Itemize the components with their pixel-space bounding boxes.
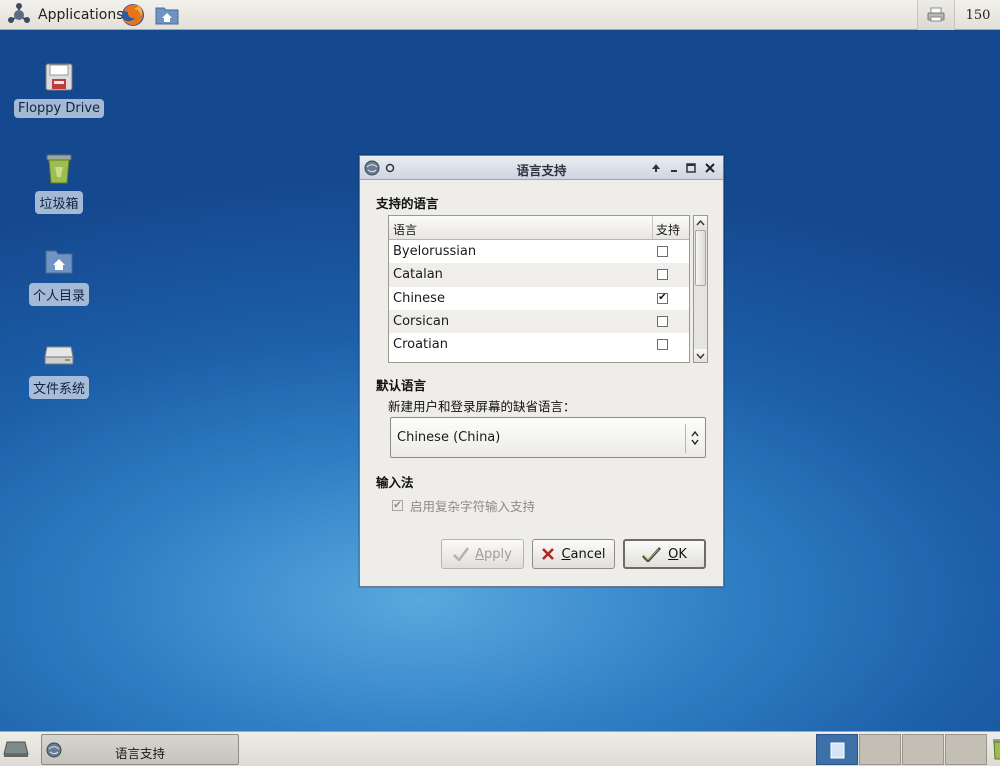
bottom-panel: 语言支持	[0, 731, 1000, 766]
language-table-scrollbar[interactable]	[693, 215, 708, 363]
show-desktop-button[interactable]	[3, 738, 29, 760]
close-icon[interactable]	[702, 160, 718, 176]
table-header: 语言 支持	[389, 216, 689, 240]
taskbar-item-label: 语言支持	[114, 746, 165, 761]
show-desktop-icon	[3, 741, 29, 757]
default-language-select[interactable]: Chinese (China)	[390, 417, 706, 458]
workspace-1[interactable]	[816, 734, 858, 765]
table-row[interactable]: Byelorussian	[389, 240, 689, 263]
minimize-icon[interactable]	[666, 160, 682, 176]
desktop-icon-floppy[interactable]: Floppy Drive	[13, 60, 105, 118]
trash-icon	[46, 154, 72, 184]
check-icon	[453, 547, 470, 561]
language-support-dialog: 语言支持 支持的语言 语言 支持 Byelorussian Catalan Ch…	[359, 155, 724, 587]
printer-icon	[927, 7, 945, 22]
workspace-2[interactable]	[859, 734, 901, 765]
language-name: Byelorussian	[393, 244, 477, 260]
default-language-label: 新建用户和登录屏幕的缺省语言：	[388, 399, 576, 414]
scroll-up-icon[interactable]	[694, 216, 707, 229]
desktop-icon-label: 垃圾箱	[35, 191, 83, 214]
applications-menu[interactable]: Applications	[2, 1, 128, 28]
dialog-titlebar[interactable]: 语言支持	[360, 156, 723, 180]
scroll-thumb[interactable]	[695, 230, 706, 286]
cancel-x-icon	[542, 548, 555, 560]
trash-applet[interactable]	[991, 738, 1000, 760]
workspace-window-icon	[830, 742, 845, 759]
desktop-icon-label: Floppy Drive	[13, 99, 105, 118]
home-folder-icon	[45, 250, 73, 274]
language-name: Corsican	[393, 314, 450, 330]
clock[interactable]: 150	[958, 0, 998, 30]
default-language-heading: 默认语言	[376, 378, 427, 393]
desktop-icon-trash[interactable]: 垃圾箱	[14, 152, 104, 214]
combo-separator	[685, 424, 686, 453]
support-checkbox[interactable]	[657, 246, 668, 258]
top-panel: Applications 150	[0, 0, 1000, 30]
workspace-3[interactable]	[902, 734, 944, 765]
support-checkbox[interactable]	[657, 269, 668, 281]
ok-label: OK	[668, 546, 687, 562]
table-row[interactable]: Croatian	[389, 333, 689, 356]
shade-icon[interactable]	[648, 160, 664, 176]
support-checkbox[interactable]: ✔	[657, 292, 668, 304]
drive-icon	[44, 346, 74, 365]
scroll-down-icon[interactable]	[694, 349, 707, 362]
desktop-icon-label: 个人目录	[28, 283, 89, 306]
taskbar-item-language-support[interactable]: 语言支持	[41, 734, 239, 765]
trash-applet-icon	[993, 739, 1000, 760]
applications-label: Applications	[38, 6, 124, 23]
table-row[interactable]: Catalan	[389, 263, 689, 287]
supported-languages-heading: 支持的语言	[376, 196, 439, 211]
column-header-language[interactable]: 语言	[389, 216, 653, 239]
complex-input-checkbox[interactable]: ✔	[392, 500, 403, 511]
desktop-icon-label: 文件系统	[28, 376, 89, 399]
firefox-icon	[122, 4, 144, 26]
language-name: Catalan	[393, 267, 443, 283]
desktop-icon-filesystem[interactable]: 文件系统	[14, 337, 104, 399]
printer-tray[interactable]	[917, 0, 955, 30]
support-checkbox[interactable]	[657, 339, 668, 351]
cancel-button[interactable]: Cancel	[532, 539, 615, 569]
up-down-arrows-icon	[689, 428, 701, 449]
firefox-launcher[interactable]	[120, 2, 146, 28]
cancel-label: Cancel	[561, 546, 606, 562]
floppy-icon	[45, 63, 73, 91]
language-name: Croatian	[393, 337, 448, 353]
complex-input-label: 启用复杂字符输入支持	[410, 499, 536, 514]
apply-button[interactable]: Apply	[441, 539, 524, 569]
workspace-4[interactable]	[945, 734, 987, 765]
input-method-heading: 输入法	[376, 475, 414, 490]
apply-label: Apply	[475, 546, 512, 562]
language-name: Chinese	[393, 290, 445, 306]
home-folder-icon	[155, 7, 179, 25]
support-checkbox[interactable]	[657, 316, 668, 328]
applications-menu-icon	[8, 2, 30, 23]
table-row[interactable]: Corsican	[389, 309, 689, 334]
ok-hand-icon	[642, 547, 662, 562]
language-table: 语言 支持 Byelorussian Catalan Chinese ✔ Cor…	[388, 215, 690, 363]
table-row[interactable]: Chinese ✔	[389, 287, 689, 310]
home-folder-launcher[interactable]	[154, 2, 180, 28]
maximize-icon[interactable]	[683, 160, 699, 176]
column-header-support[interactable]: 支持	[653, 216, 689, 239]
desktop-icon-home[interactable]: 个人目录	[14, 244, 104, 306]
complex-input-option: ✔ 启用复杂字符输入支持	[392, 496, 535, 515]
default-language-value: Chinese (China)	[397, 430, 501, 445]
ok-button[interactable]: OK	[623, 539, 706, 569]
